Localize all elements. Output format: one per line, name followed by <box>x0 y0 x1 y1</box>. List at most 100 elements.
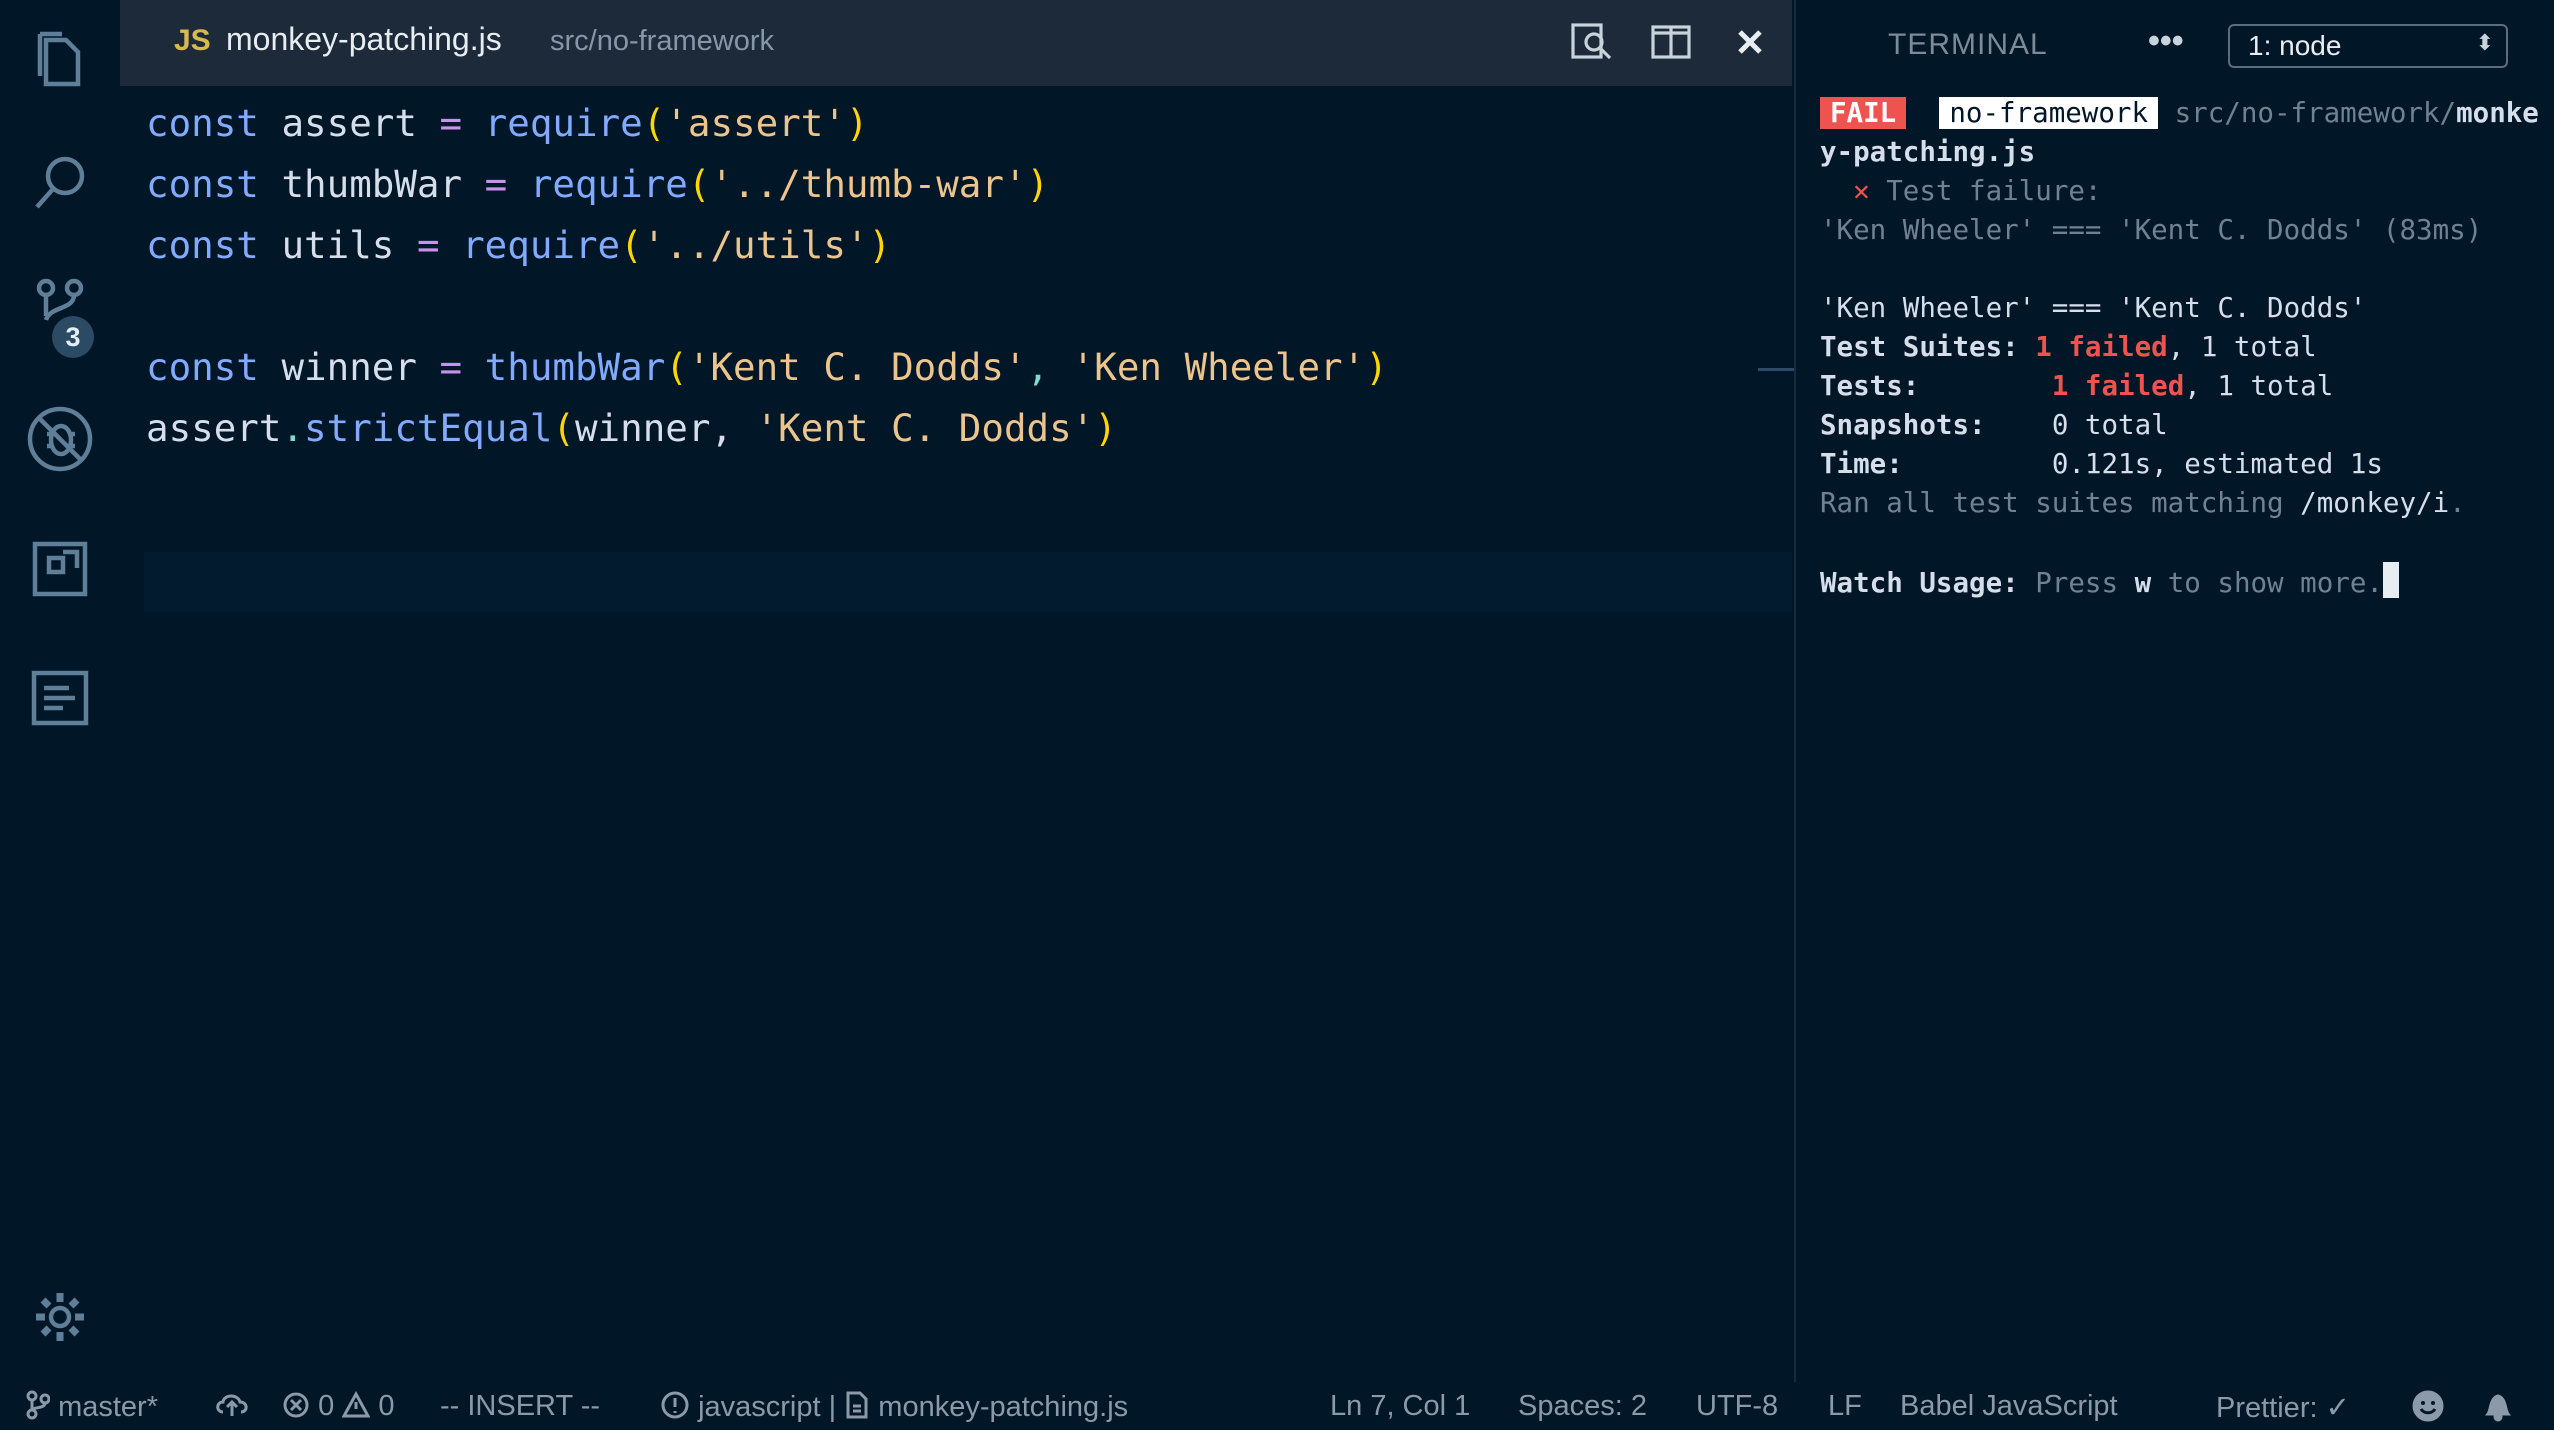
terminal-tab[interactable]: TERMINAL <box>1888 28 2048 62</box>
watch-press: Press <box>2035 567 2135 599</box>
error-icon <box>283 1392 309 1418</box>
tests-failed: 1 failed <box>2051 370 2185 402</box>
watch-rest: to show more. <box>2151 567 2383 599</box>
code-token: = <box>439 101 463 145</box>
time-value: 0.121s, estimated 1s <box>2051 448 2383 480</box>
tab-path: src/no-framework <box>550 25 774 57</box>
open-preview-icon[interactable] <box>1570 22 1614 67</box>
code-token: assert <box>146 406 282 450</box>
code-line[interactable]: const thumbWar = require('../thumb-war') <box>146 154 1388 215</box>
code-token: const <box>146 101 259 145</box>
code-token: thumbWar <box>484 345 666 389</box>
terminal-output[interactable]: FAIL no-framework src/no-framework/monke… <box>1820 94 2539 603</box>
problems-indicator[interactable]: 0 0 <box>282 1390 394 1423</box>
code-token: require <box>484 101 643 145</box>
language-mode[interactable]: Babel JavaScript <box>1900 1390 2118 1423</box>
snapshots-label: Snapshots: <box>1820 409 1986 441</box>
info-icon <box>661 1391 689 1419</box>
code-token: 'Ken Wheeler' <box>1071 345 1366 389</box>
code-token: ) <box>845 101 869 145</box>
code-token: strictEqual <box>304 406 553 450</box>
branch-indicator[interactable]: master* <box>26 1390 158 1424</box>
output-icon[interactable] <box>0 668 120 728</box>
code-token: utils <box>258 223 417 267</box>
code-token: require <box>462 223 621 267</box>
suites-total: , 1 total <box>2167 331 2317 363</box>
failure-title: Test failure: <box>1886 175 2102 207</box>
file-icon <box>846 1391 868 1419</box>
code-token: assert <box>258 101 440 145</box>
search-icon[interactable] <box>0 152 120 214</box>
terminal-select[interactable]: 1: node ⬍ <box>2228 24 2508 68</box>
code-token: 'Kent C. Dodds' <box>755 406 1095 450</box>
code-line[interactable]: const assert = require('assert') <box>146 93 1388 154</box>
status-separator: | <box>828 1391 837 1423</box>
code-token: ( <box>552 406 575 450</box>
code-line[interactable]: const winner = thumbWar('Kent C. Dodds',… <box>146 337 1388 398</box>
terminal-cursor <box>2382 562 2399 598</box>
source-control-badge: 3 <box>52 316 94 358</box>
close-icon[interactable] <box>1732 22 1768 67</box>
code-content[interactable]: const assert = require('assert') const th… <box>146 93 1388 459</box>
failure-x-icon: ✕ <box>1853 175 1870 207</box>
extensions-icon[interactable] <box>0 538 120 600</box>
snapshots-value: 0 total <box>2051 409 2168 441</box>
language-info[interactable]: javascript | monkey-patching.js <box>660 1390 1128 1424</box>
notifications-bell-icon[interactable] <box>2482 1390 2514 1426</box>
warning-count: 0 <box>378 1390 395 1422</box>
watch-label: Watch Usage: <box>1820 567 2019 599</box>
tests-label: Tests: <box>1820 370 1920 402</box>
status-file: monkey-patching.js <box>878 1391 1129 1423</box>
code-token: '../utils' <box>642 223 869 267</box>
watch-key: w <box>2134 567 2152 599</box>
code-token: ) <box>1094 406 1117 450</box>
test-file-name-start: monke <box>2456 97 2539 129</box>
code-token: = <box>416 223 440 267</box>
sync-icon[interactable] <box>214 1390 250 1424</box>
code-token: const <box>146 162 259 206</box>
code-line[interactable]: assert.strictEqual(winner, 'Kent C. Dodd… <box>146 398 1388 459</box>
warning-icon <box>341 1390 371 1418</box>
feedback-smiley-icon[interactable] <box>2410 1390 2446 1426</box>
explorer-icon[interactable] <box>0 30 120 92</box>
terminal-panel: TERMINAL ••• 1: node ⬍ FAIL no-framework… <box>1796 0 2554 1382</box>
code-token: thumbWar <box>258 162 485 206</box>
gear-icon[interactable] <box>0 1290 120 1344</box>
code-line[interactable] <box>146 276 1388 337</box>
code-token: ( <box>620 223 643 267</box>
debug-icon[interactable] <box>0 404 120 474</box>
code-line[interactable]: const utils = require('../utils') <box>146 215 1388 276</box>
terminal-select-value: 1: node <box>2248 30 2342 61</box>
activity-bar: 3 <box>0 0 120 1382</box>
error-count: 0 <box>318 1390 335 1422</box>
vim-mode: -- INSERT -- <box>440 1390 601 1422</box>
more-actions-icon[interactable]: ••• <box>2148 22 2184 61</box>
indentation[interactable]: Spaces: 2 <box>1518 1390 1647 1423</box>
cursor-position[interactable]: Ln 7, Col 1 <box>1330 1390 1470 1423</box>
test-file-name-end: y-patching.js <box>1820 136 2036 168</box>
code-editor[interactable]: const assert = require('assert') const th… <box>120 86 1792 1382</box>
code-token: 'Kent C. Dodds' <box>687 345 1027 389</box>
end-of-line[interactable]: LF <box>1828 1390 1862 1423</box>
encoding[interactable]: UTF-8 <box>1696 1390 1778 1423</box>
editor-tab-bar: JS monkey-patching.js src/no-framework <box>120 0 1792 86</box>
code-token: const <box>146 223 259 267</box>
select-arrows-icon: ⬍ <box>2475 30 2494 55</box>
code-token: winner <box>258 345 440 389</box>
test-path-prefix: src/no-framework/ <box>2174 97 2457 129</box>
suites-failed: 1 failed <box>2035 331 2168 363</box>
js-file-icon: JS <box>174 24 211 57</box>
tab-filename[interactable]: monkey-patching.js <box>226 21 502 58</box>
split-editor-icon[interactable] <box>1650 22 1692 67</box>
branch-name: master* <box>58 1391 158 1423</box>
code-token: require <box>529 162 688 206</box>
code-token: ( <box>665 345 688 389</box>
prettier-status[interactable]: Prettier: ✓ <box>2216 1390 2350 1425</box>
failure-detail: 'Ken Wheeler' === 'Kent C. Dodds' (83ms) <box>1820 214 2483 246</box>
status-bar: master* 0 0 -- INSERT -- javascript | mo… <box>0 1382 2554 1430</box>
project-badge: no-framework <box>1939 97 2159 129</box>
